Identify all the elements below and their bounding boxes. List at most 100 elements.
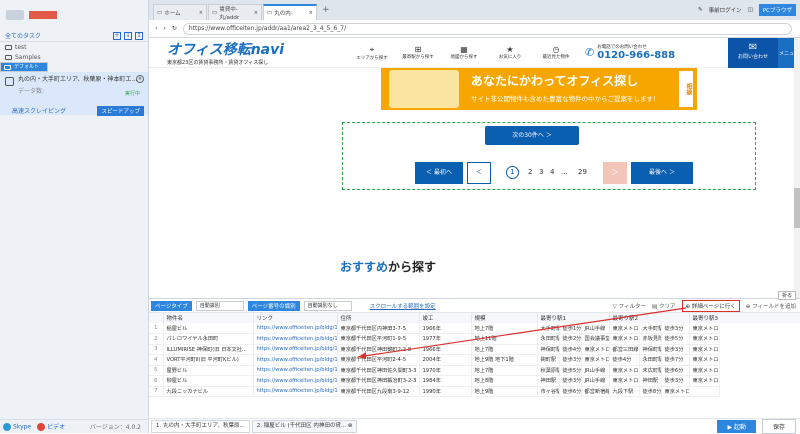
column-header[interactable]: リンク (253, 313, 338, 323)
avatar[interactable] (6, 10, 24, 20)
page-scrollbar[interactable] (794, 38, 800, 298)
result-tab-2[interactable]: 2. 稲屋ビル (千代田区 内神田の貸... ⊗ (251, 419, 358, 433)
table-row[interactable]: 5屋野ビルhttps://www.officeiten.jp/bldg/130.… (149, 365, 800, 376)
close-icon[interactable]: × (136, 75, 144, 83)
table-row[interactable]: 1稲屋ビルhttps://www.officeiten.jp/bldg/130.… (149, 323, 800, 334)
folder-label: Samples (15, 53, 41, 61)
collapse-button[interactable]: 折る (777, 291, 796, 300)
table-row[interactable]: 2 パレロワイヤル永田町 https://www.officeiten.jp/bld… (149, 333, 800, 345)
new-task-icon[interactable]: + (113, 31, 121, 40)
table-row[interactable]: 4 VORT平河町Ⅱ(旧 平河町Kビル) https://www.officeite… (149, 354, 800, 366)
skype-link[interactable]: Skype (3, 422, 31, 431)
page-4[interactable]: 4 (550, 168, 554, 176)
import-icon[interactable]: ↧ (124, 31, 132, 40)
app-window: 全てのタスク + ↧ ↥ test Samples デフォルト 丸の内・大手町エリア、… (0, 0, 800, 434)
filter-button[interactable]: ▽ フィルター (613, 302, 646, 310)
column-header[interactable]: 住所 (337, 313, 420, 323)
table-cell: 永田町駅 (639, 354, 662, 366)
nav-map[interactable]: ▦ 地図から探す (441, 45, 487, 60)
table-cell: 東京都千代田区神田錦町2-2-8 (337, 344, 420, 355)
edit-icon[interactable]: ✎ (698, 7, 703, 13)
close-icon[interactable]: × (254, 10, 258, 16)
nav-area[interactable]: ⌖ エリアから探す (349, 45, 395, 61)
mail-icon: ✉ (748, 41, 758, 53)
table-row[interactable]: 7 九段ニッカナビル https://www.officeiten.jp/bldg/… (149, 386, 800, 397)
table-row[interactable]: 6柳屋ビルhttps://www.officeiten.jp/bldg/130.… (149, 375, 800, 387)
table-cell: 東京都千代田区神田鍛冶町3-2-3 (337, 375, 420, 387)
address-bar: ‹ › ↻ https://www.officeiten.jp/addr/aa1/a… (149, 20, 800, 38)
panel-toolbar: ページタイプ 自動識別 ページ番号の識別 自動識別なし スクロールする範囲を設定… (149, 299, 800, 313)
close-icon[interactable]: × (199, 10, 203, 16)
table-cell: 東京都千代田区内神田3-7-5 (337, 323, 420, 334)
all-tasks-label[interactable]: 全てのタスク (5, 31, 41, 40)
forward-icon[interactable]: › (163, 25, 165, 32)
table-cell: 東京メトロ (581, 354, 610, 366)
run-button[interactable]: ▶ 起動 (717, 419, 756, 433)
table-cell: JR山手線 (581, 323, 610, 334)
add-field-button[interactable]: ⊕ フィールドを追加 (746, 302, 796, 310)
page-29[interactable]: 29 (578, 168, 587, 176)
nav-favorites[interactable]: ★ お気に入り (487, 45, 533, 60)
save-button[interactable]: 保存 (761, 418, 796, 434)
row-number: 5 (149, 365, 164, 376)
contact-button[interactable]: ✉ お問い合わせ (728, 38, 778, 68)
folder-default[interactable]: デフォルト (0, 62, 48, 72)
column-header[interactable]: 竣工 (419, 313, 472, 323)
speed-up-button[interactable]: スピードアップ (97, 105, 144, 116)
tab-home[interactable]: ▭ ホーム × (153, 4, 207, 20)
close-icon[interactable]: × (309, 10, 313, 16)
nav-recent[interactable]: ◷ 最近見た物件 (533, 45, 579, 60)
page-2[interactable]: 2 (528, 168, 532, 176)
table-cell: JR山手線 (581, 375, 610, 387)
table-row[interactable]: 3 ILLUMIRISE 神保町(旧 日本文社... https://www.off… (149, 344, 800, 355)
scroll-thumb[interactable] (794, 188, 800, 228)
table-cell: https://www.officeiten.jp/bldg/130... (253, 365, 338, 376)
task-item[interactable]: 丸の内・大手町エリア、秋葉原・神本町エ... データ数: 実行中 × (0, 72, 148, 106)
table-cell: https://www.officeiten.jp/bldg/130... (253, 344, 338, 355)
back-icon[interactable]: ‹ (155, 25, 157, 32)
export-icon[interactable]: ↥ (135, 31, 143, 40)
page-1[interactable]: 1 (506, 166, 519, 179)
next-page-button[interactable]: ＞ (603, 162, 627, 184)
new-tab-button[interactable]: + (322, 5, 330, 15)
table-cell: 地上7階 (471, 365, 538, 376)
url-input[interactable]: https://www.officeiten.jp/addr/aa1/area2… (182, 22, 792, 35)
pc-browser-select[interactable]: PCブラウザ (758, 4, 796, 16)
tab-current[interactable]: ▭ 丸の内- × (263, 4, 317, 20)
reload-icon[interactable]: ↻ (172, 25, 177, 32)
column-header[interactable]: 最寄り駅1 (537, 313, 610, 323)
browser-tools: ✎ 事前ログイン ◫ PCブラウザ (698, 0, 800, 20)
nav-station[interactable]: ⊞ 最寄駅から探す (395, 45, 441, 60)
view-icon[interactable]: ◫ (748, 7, 753, 13)
tab-search[interactable]: ▭ 賃貸中-丸/addr × (208, 4, 262, 21)
column-header[interactable]: 最寄り駅2 (609, 313, 690, 323)
scroll-range-link[interactable]: スクロールする範囲を設定 (370, 302, 436, 310)
clear-button[interactable]: ▤ クリア (652, 302, 675, 310)
table-cell: https://www.officeiten.jp/bldg/130... (253, 354, 338, 366)
data-table: 物件名 リンク 住所 竣工 規模 最寄り駅1 最寄り駅2 最寄り駅3 1 稲屋ビル… (149, 313, 800, 397)
data-preview-panel: 折る ページタイプ 自動識別 ページ番号の識別 自動識別なし スクロールする範囲… (149, 291, 800, 434)
page-icon: ▭ (157, 9, 163, 16)
row-number: 7 (149, 386, 164, 397)
table-cell: 大手町駅 (537, 323, 560, 334)
site-logo[interactable]: オフィス移転navi 東京都23区の賃貸事務所・賃貸オフィス探し (149, 39, 349, 66)
folder-samples[interactable]: Samples (0, 52, 148, 62)
prev-page-button[interactable]: ＜ (467, 162, 491, 184)
go-detail-page-button[interactable]: ⊕ 詳細ページに行く (681, 299, 740, 312)
first-page-button[interactable]: ＜ 最初へ (415, 162, 463, 184)
page-type-select[interactable]: 自動識別 (195, 300, 244, 311)
result-tab-1[interactable]: 1. 丸の内・大手町エリア、秋葉原... (151, 419, 250, 433)
promo-banner[interactable]: あなたにかわってオフィス探し サイト非公開物件も含めた豊富な物件の中からご提案を… (381, 68, 697, 110)
column-header[interactable]: 物件名 (163, 313, 254, 323)
page-number-select[interactable]: 自動識別なし (303, 300, 352, 311)
table-cell: 東京メトロ (689, 323, 720, 334)
login-button[interactable]: 事前ログイン (709, 6, 742, 14)
video-link[interactable]: ビデオ (37, 422, 65, 432)
next-30-button[interactable]: 次の30件へ ＞ (485, 126, 579, 145)
folder-test[interactable]: test (0, 42, 148, 52)
column-header[interactable]: 最寄り駅3 (689, 313, 800, 323)
last-page-button[interactable]: 最後へ ＞ (631, 162, 693, 184)
column-header[interactable]: 規模 (471, 313, 538, 323)
phone-contact[interactable]: ✆ お電話でのお問い合わせ 0120-966-888 (585, 44, 675, 61)
page-3[interactable]: 3 (539, 168, 543, 176)
